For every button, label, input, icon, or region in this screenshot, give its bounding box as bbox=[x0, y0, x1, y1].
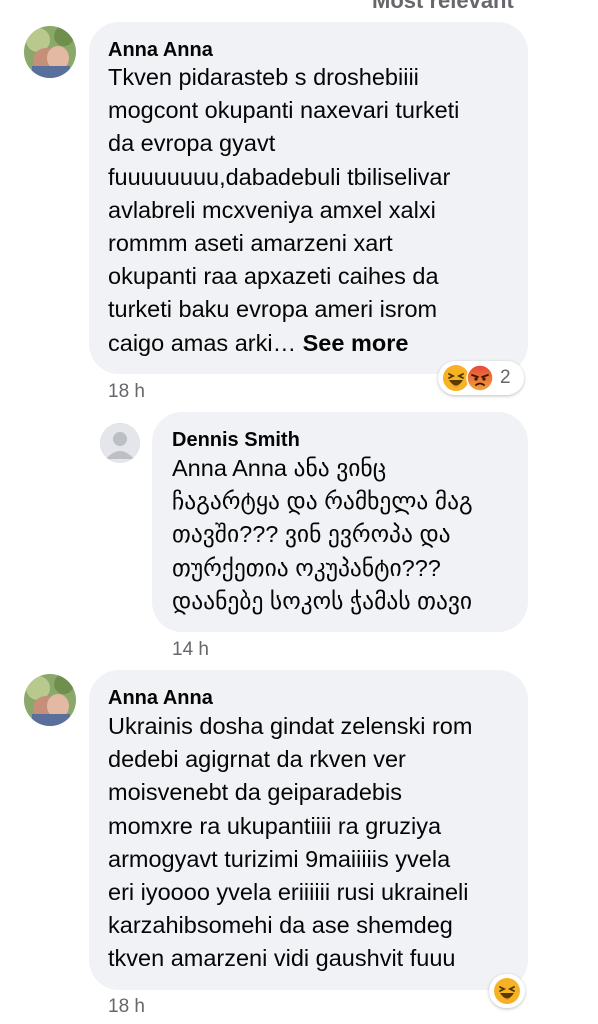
comment-time[interactable]: 18 h bbox=[108, 996, 145, 1018]
comment-time[interactable]: 14 h bbox=[172, 639, 209, 661]
comment-time[interactable]: 18 h bbox=[108, 381, 145, 403]
comment-text-line: ჩაგარტყა და რამხელა მაგ bbox=[172, 488, 473, 515]
comment-text-line: Tkven pidarasteb s droshebiiii bbox=[108, 64, 419, 90]
comment-text-line: karzahibsomehi da ase shemdeg bbox=[108, 912, 453, 939]
comment-text-line: rommm aseti amarzeni xart bbox=[108, 230, 393, 257]
comment-text: Ukrainis dosha gindat zelenski rom dedeb… bbox=[108, 710, 472, 976]
comment-author[interactable]: Anna Anna bbox=[108, 687, 213, 710]
comment-text-line-last: caigo amas arki… See more bbox=[108, 327, 459, 360]
comment-text-line: avlabreli mcxveniya amxel xalxi bbox=[108, 196, 436, 223]
see-more-link[interactable]: See more bbox=[303, 330, 409, 356]
comment-text-line: armogyavt turizimi 9maiiiiis yvela bbox=[108, 845, 451, 872]
comment-text-line: დაანებე სოკოს ჭამას თავი bbox=[172, 587, 473, 614]
avatar-placeholder[interactable] bbox=[100, 423, 140, 463]
comment-text-line: თავში??? ვინ ევროპა და bbox=[172, 521, 451, 548]
comment-author[interactable]: Dennis Smith bbox=[172, 429, 300, 452]
comment-author[interactable]: Anna Anna bbox=[108, 39, 213, 62]
comment-text-line: momxre ra ukupantiiii ra gruziya bbox=[108, 812, 442, 839]
reaction-count: 2 bbox=[500, 367, 511, 388]
comment-text-line: da evropa gyavt bbox=[108, 130, 276, 157]
comment-text-line: Ukrainis dosha gindat zelenski rom bbox=[108, 713, 473, 739]
comment-text-line: თურქეთია ოკუპანტი??? bbox=[172, 554, 441, 581]
comment-text-line: tkven amarzeni vidi gaushvit fuuu bbox=[108, 945, 456, 972]
comment-text-tail: caigo amas arki… bbox=[108, 329, 297, 356]
comment-text: Tkven pidarasteb s droshebiiii mogcont o… bbox=[108, 61, 459, 360]
comment-text-line: dedebi agigrnat da rkven ver bbox=[108, 746, 406, 773]
haha-icon bbox=[494, 978, 520, 1004]
comment-text-line: moisvenebt da geiparadebis bbox=[108, 779, 402, 806]
reaction-summary[interactable]: 2 bbox=[438, 361, 524, 395]
comment-text-line: eri iyoooo yvela eriiiiii rusi ukraineli bbox=[108, 879, 469, 906]
comment-text-line: Anna Anna ანა ვინც bbox=[172, 455, 387, 481]
reaction-summary[interactable] bbox=[489, 974, 525, 1008]
comment-text-line: okupanti raa apxazeti caihes da bbox=[108, 263, 439, 290]
comment-text-line: turketi baku evropa ameri isrom bbox=[108, 296, 438, 323]
comment-text: Anna Anna ანა ვინც ჩაგარტყა და რამხელა მ… bbox=[172, 452, 473, 618]
comment-text-line: fuuuuuuuu,dabadebuli tbiliselivar bbox=[108, 163, 451, 190]
sort-label-cut: Most relevant bbox=[372, 0, 514, 13]
avatar[interactable] bbox=[24, 674, 76, 726]
comment-text-line: mogcont okupanti naxevari turketi bbox=[108, 97, 460, 124]
angry-icon bbox=[466, 364, 494, 392]
avatar[interactable] bbox=[24, 26, 76, 78]
